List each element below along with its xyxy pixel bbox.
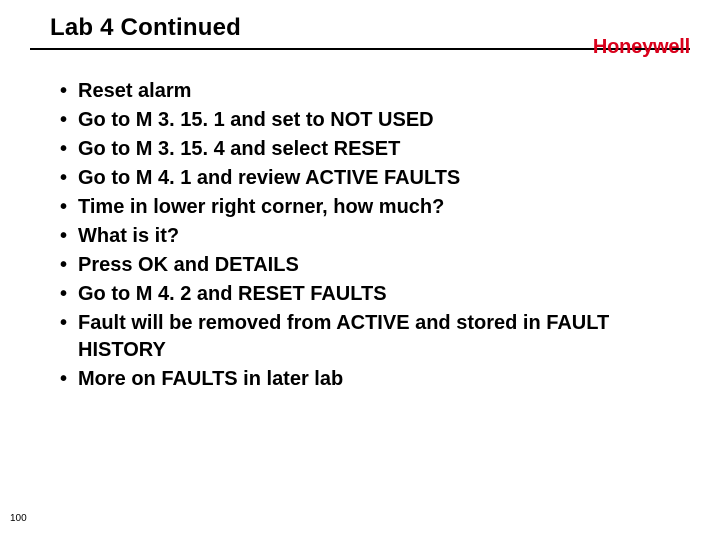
list-item: Go to M 4. 2 and RESET FAULTS: [60, 281, 670, 308]
list-item: Go to M 3. 15. 4 and select RESET: [60, 136, 670, 163]
bullet-list: Reset alarm Go to M 3. 15. 1 and set to …: [60, 78, 670, 393]
list-item: Reset alarm: [60, 78, 670, 105]
brand-logo: Honeywell: [593, 36, 690, 59]
list-item: Fault will be removed from ACTIVE and st…: [60, 310, 670, 364]
slide-body: Reset alarm Go to M 3. 15. 1 and set to …: [0, 50, 720, 393]
list-item: What is it?: [60, 223, 670, 250]
list-item: Go to M 4. 1 and review ACTIVE FAULTS: [60, 165, 670, 192]
list-item: More on FAULTS in later lab: [60, 366, 670, 393]
list-item: Time in lower right corner, how much?: [60, 194, 670, 221]
slide: Lab 4 Continued Honeywell Reset alarm Go…: [0, 0, 720, 540]
list-item: Press OK and DETAILS: [60, 252, 670, 279]
list-item: Go to M 3. 15. 1 and set to NOT USED: [60, 107, 670, 134]
page-number: 100: [10, 513, 27, 524]
